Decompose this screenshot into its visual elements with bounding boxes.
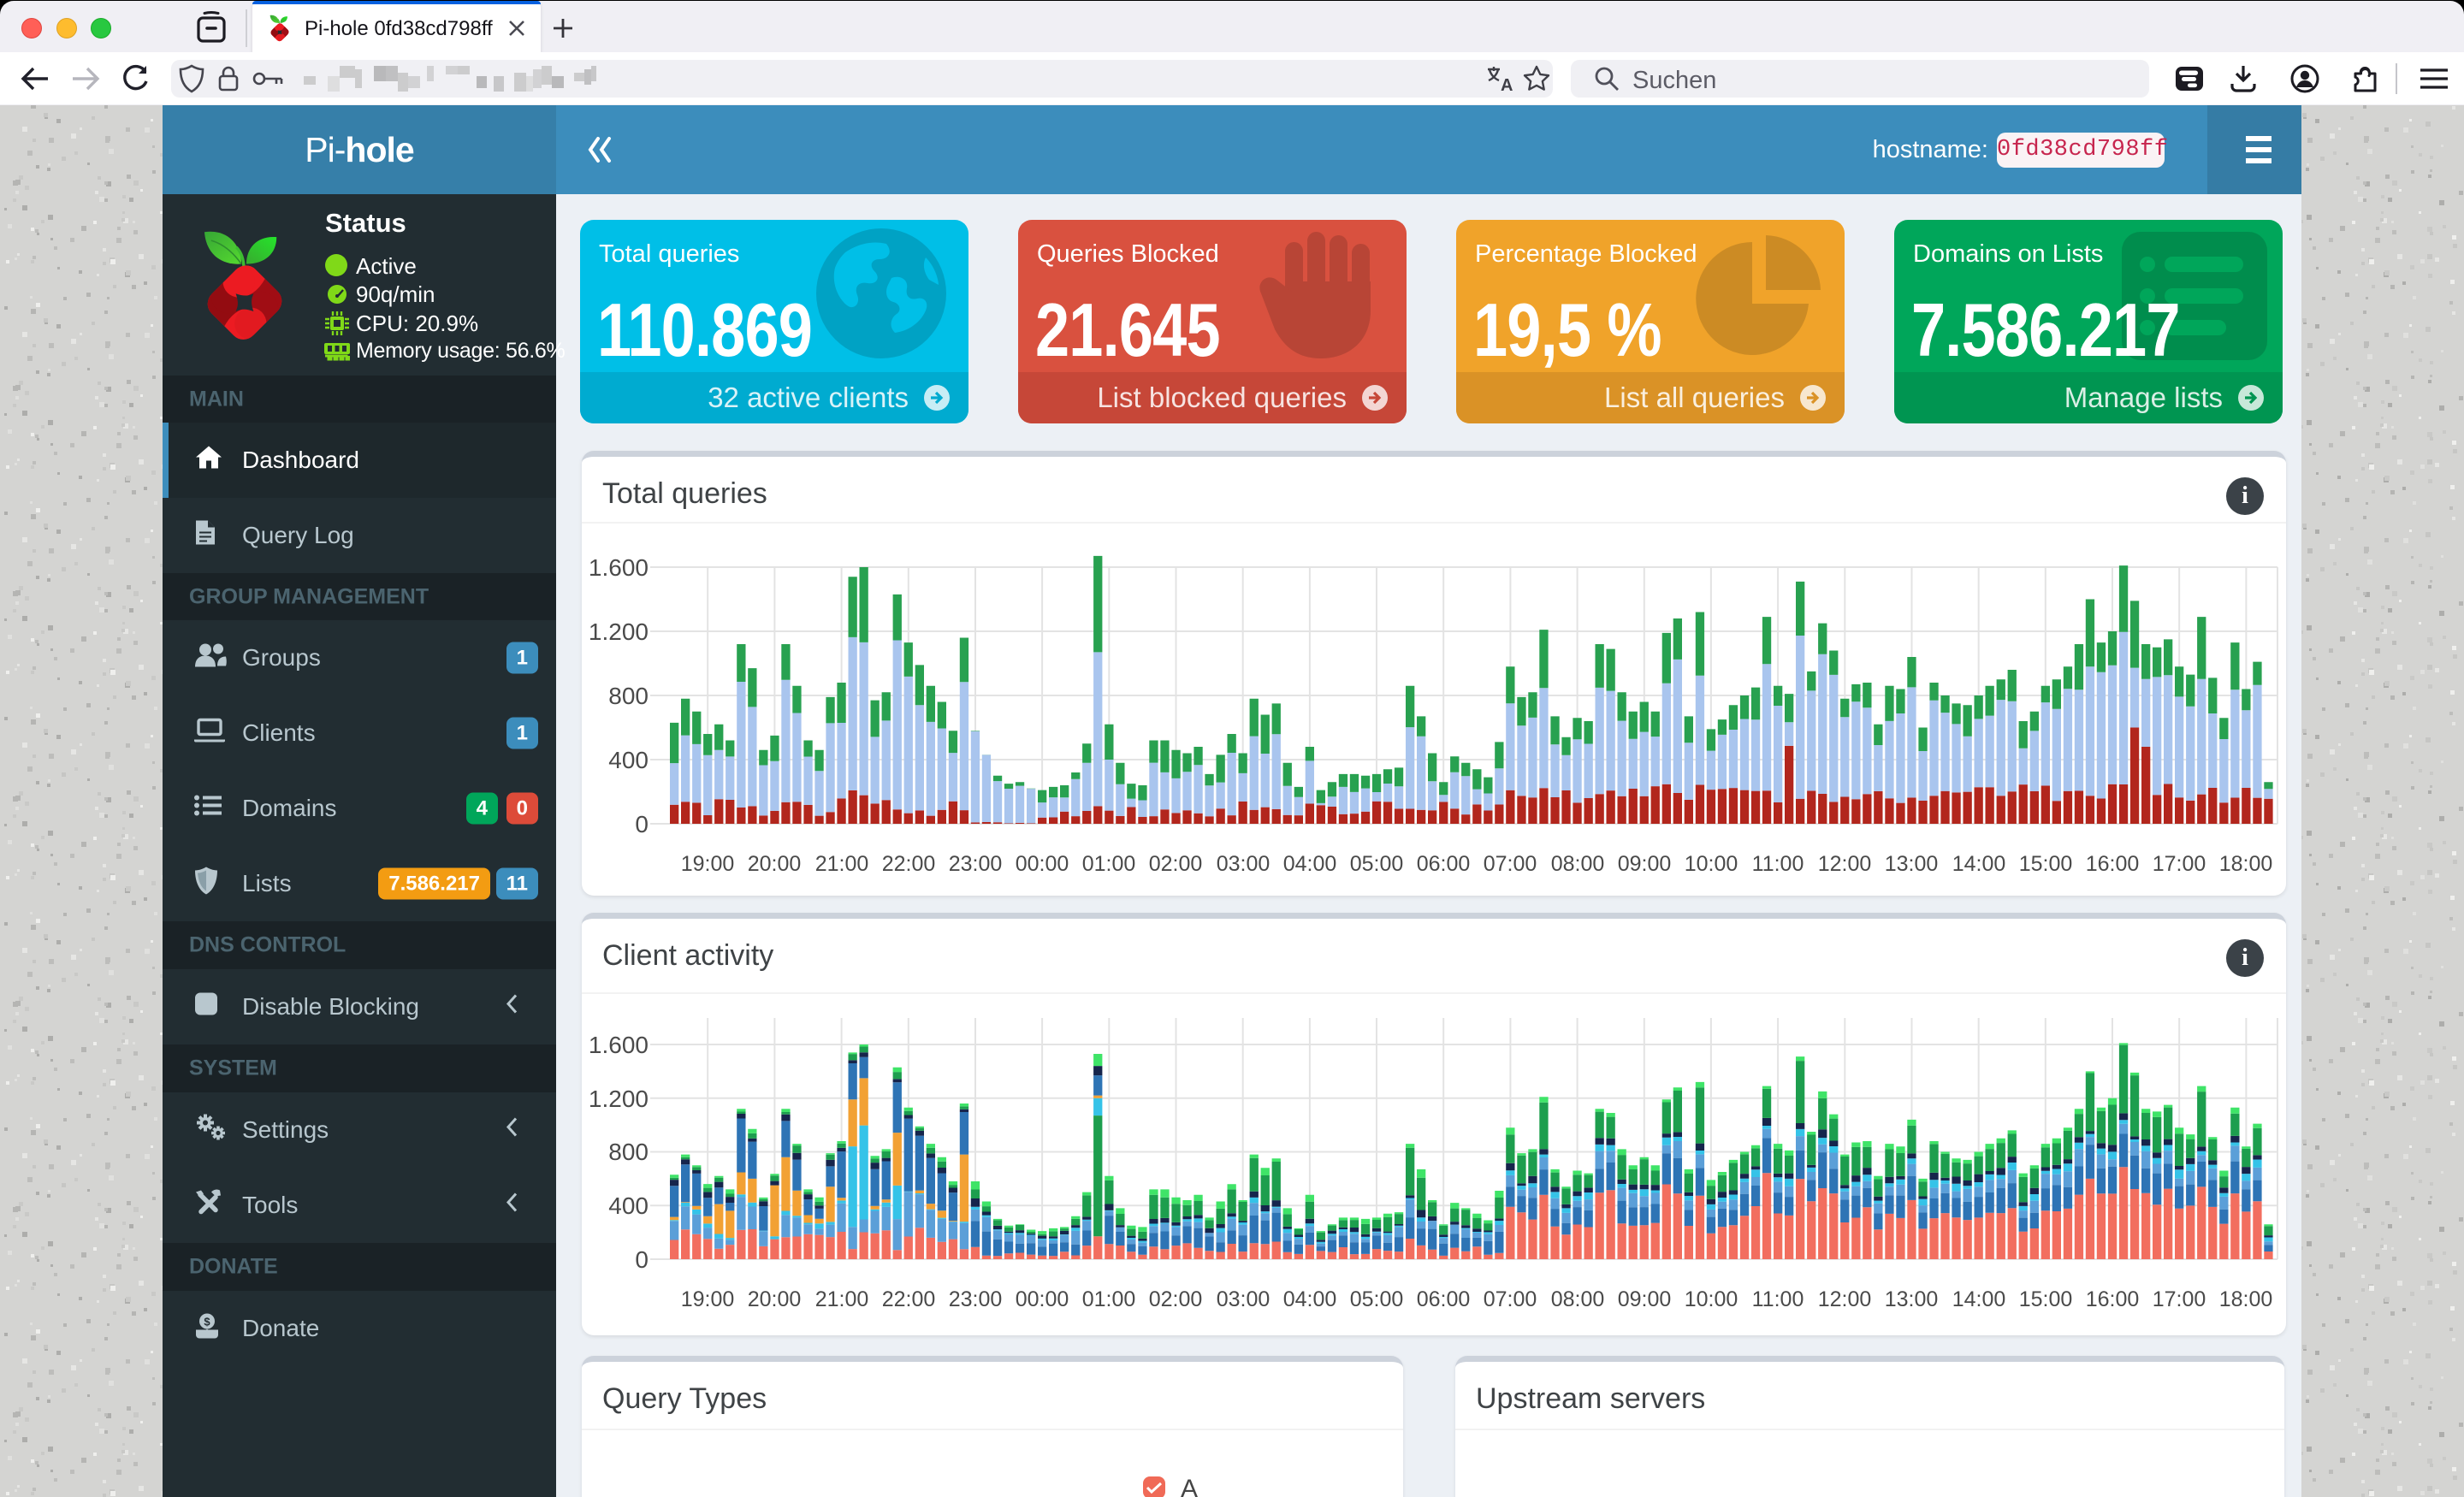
svg-text:16:00: 16:00	[2086, 852, 2140, 876]
svg-text:06:00: 06:00	[1417, 1287, 1471, 1311]
svg-text:22:00: 22:00	[882, 1287, 936, 1311]
svg-text:07:00: 07:00	[1484, 852, 1537, 876]
svg-text:0: 0	[635, 1246, 649, 1273]
svg-text:21:00: 21:00	[815, 852, 869, 876]
svg-text:14:00: 14:00	[1952, 852, 2006, 876]
svg-text:18:00: 18:00	[2219, 1287, 2273, 1311]
svg-text:09:00: 09:00	[1618, 1287, 1672, 1311]
svg-text:1.200: 1.200	[589, 618, 649, 645]
svg-text:10:00: 10:00	[1685, 1287, 1738, 1311]
svg-text:13:00: 13:00	[1885, 1287, 1939, 1311]
svg-text:05:00: 05:00	[1350, 1287, 1404, 1311]
svg-text:0: 0	[635, 811, 649, 837]
svg-text:11:00: 11:00	[1752, 852, 1804, 876]
svg-text:02:00: 02:00	[1149, 852, 1203, 876]
svg-text:00:00: 00:00	[1016, 1287, 1069, 1311]
svg-text:13:00: 13:00	[1885, 852, 1939, 876]
svg-text:$: $	[204, 1316, 210, 1328]
svg-text:19:00: 19:00	[681, 852, 735, 876]
svg-text:1.600: 1.600	[589, 1032, 649, 1058]
svg-text:01:00: 01:00	[1082, 852, 1136, 876]
svg-text:1.600: 1.600	[589, 554, 649, 581]
svg-text:09:00: 09:00	[1618, 852, 1672, 876]
svg-text:12:00: 12:00	[1818, 852, 1872, 876]
svg-text:07:00: 07:00	[1484, 1287, 1537, 1311]
svg-text:04:00: 04:00	[1283, 852, 1337, 876]
svg-text:17:00: 17:00	[2153, 852, 2206, 876]
svg-text:08:00: 08:00	[1551, 1287, 1605, 1311]
svg-text:19:00: 19:00	[681, 1287, 735, 1311]
svg-text:10:00: 10:00	[1685, 852, 1738, 876]
svg-text:14:00: 14:00	[1952, 1287, 2006, 1311]
svg-text:20:00: 20:00	[748, 852, 802, 876]
svg-text:05:00: 05:00	[1350, 852, 1404, 876]
svg-text:800: 800	[608, 683, 649, 709]
svg-text:00:00: 00:00	[1016, 852, 1069, 876]
svg-text:15:00: 15:00	[2019, 1287, 2073, 1311]
svg-text:01:00: 01:00	[1082, 1287, 1136, 1311]
svg-text:400: 400	[608, 747, 649, 773]
svg-text:21:00: 21:00	[815, 1287, 869, 1311]
svg-text:1.200: 1.200	[589, 1086, 649, 1112]
svg-text:23:00: 23:00	[949, 852, 1003, 876]
svg-text:17:00: 17:00	[2153, 1287, 2206, 1311]
svg-text:06:00: 06:00	[1417, 852, 1471, 876]
svg-text:02:00: 02:00	[1149, 1287, 1203, 1311]
svg-text:04:00: 04:00	[1283, 1287, 1337, 1311]
svg-text:18:00: 18:00	[2219, 852, 2273, 876]
svg-text:16:00: 16:00	[2086, 1287, 2140, 1311]
svg-text:03:00: 03:00	[1217, 852, 1270, 876]
svg-text:03:00: 03:00	[1217, 1287, 1270, 1311]
svg-text:A: A	[1501, 76, 1513, 93]
svg-text:08:00: 08:00	[1551, 852, 1605, 876]
svg-text:22:00: 22:00	[882, 852, 936, 876]
svg-text:400: 400	[608, 1192, 649, 1219]
svg-text:20:00: 20:00	[748, 1287, 802, 1311]
svg-text:11:00: 11:00	[1752, 1287, 1804, 1311]
svg-text:23:00: 23:00	[949, 1287, 1003, 1311]
svg-text:15:00: 15:00	[2019, 852, 2073, 876]
svg-text:12:00: 12:00	[1818, 1287, 1872, 1311]
svg-text:800: 800	[608, 1139, 649, 1165]
